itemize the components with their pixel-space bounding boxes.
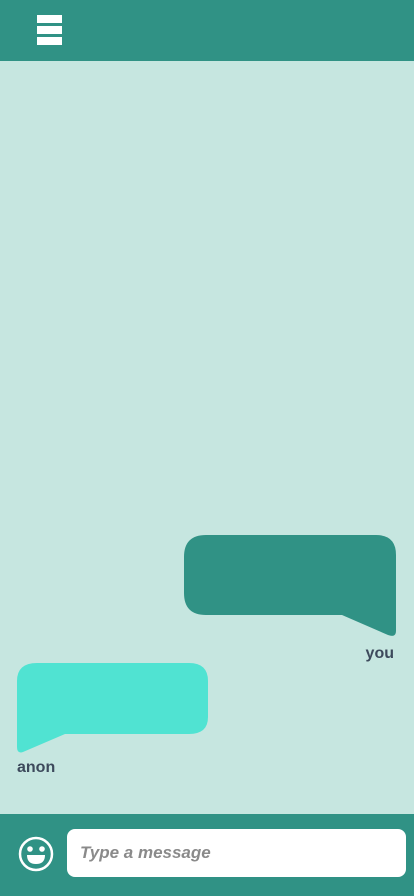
chat-app: you anon — [0, 0, 414, 896]
hamburger-menu-icon[interactable] — [37, 15, 62, 45]
message-sender-label: anon — [17, 759, 56, 776]
message-sender-label: you — [365, 645, 394, 662]
app-header — [0, 0, 414, 61]
message-bubble-you[interactable] — [184, 535, 396, 637]
smiley-face-icon[interactable] — [18, 836, 54, 872]
menu-icon-bar — [37, 37, 62, 45]
menu-icon-bar — [37, 15, 62, 23]
message-bubble-anon[interactable] — [17, 663, 208, 753]
message-composer — [0, 814, 414, 896]
message-input[interactable] — [67, 829, 406, 877]
menu-icon-bar — [37, 26, 62, 34]
